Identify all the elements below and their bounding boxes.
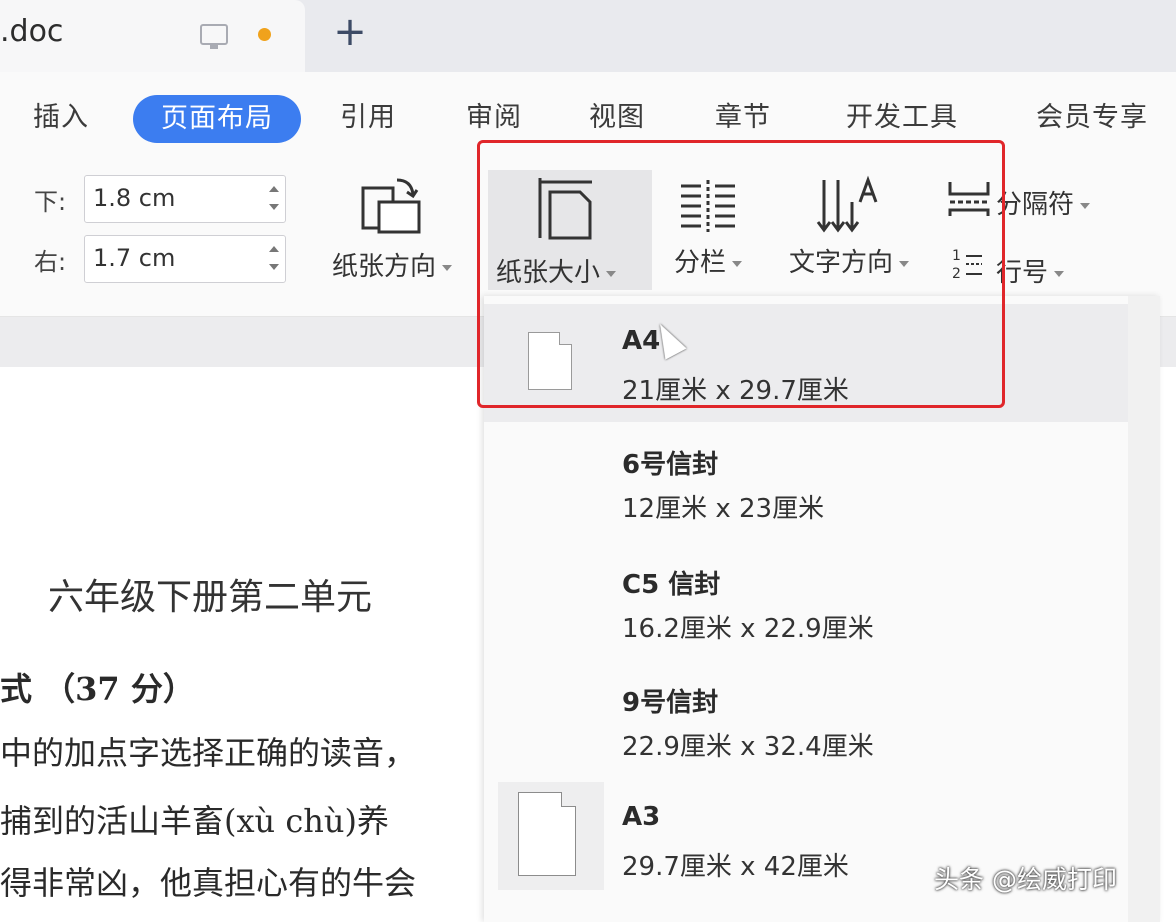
watermark: 头条 @绘威打印 [934,865,1117,894]
columns-icon [681,180,735,232]
bottom-margin-value: 1.8 cm [93,184,176,212]
document-tab[interactable]: .doc [0,0,305,72]
dropdown-scrollbar[interactable] [1128,296,1160,922]
line-number-icon[interactable]: 1 2 [950,246,986,282]
paper-size-label: 纸张大小 [496,258,601,288]
paper-option-name: 9号信封 [622,688,719,718]
svg-text:1: 1 [952,248,961,264]
dropdown-caret-icon [606,270,617,277]
decrement-icon[interactable] [269,264,279,270]
paper-option-envelope-9[interactable]: 9号信封 22.9厘米 x 32.4厘米 [484,660,1128,778]
increment-icon[interactable] [269,246,279,252]
text-direction-icon [816,175,878,233]
bottom-margin-label: 下: [34,188,67,216]
new-tab-button[interactable]: + [325,6,375,58]
paper-icon [528,332,572,390]
paper-size-icon [538,178,592,240]
paper-option-dims: 29.7厘米 x 42厘米 [622,852,849,882]
separator-button[interactable]: 分隔符 [996,184,1091,221]
document-line: 捕到的活山羊畜(xù chù)养 [0,802,389,840]
right-margin-value: 1.7 cm [93,244,176,272]
columns-button[interactable]: 分栏 [658,172,758,279]
right-margin-label: 右: [34,248,67,276]
columns-label: 分栏 [673,248,726,278]
document-tab-title: .doc [0,14,64,49]
document-title: 六年级下册第二单元 [48,577,373,618]
dropdown-caret-icon [1054,270,1065,277]
menu-review[interactable]: 审阅 [466,95,522,134]
menu-developer[interactable]: 开发工具 [846,95,958,134]
menu-chapter[interactable]: 章节 [715,95,771,134]
paper-option-envelope-c5[interactable]: C5 信封 16.2厘米 x 22.9厘米 [484,542,1128,660]
monitor-icon[interactable] [200,24,228,49]
paper-option-envelope-6[interactable]: 6号信封 12厘米 x 23厘米 [484,422,1128,540]
svg-text:2: 2 [952,266,961,282]
paper-size-button[interactable]: 纸张大小 [488,170,652,290]
paper-option-dims: 12厘米 x 23厘米 [622,494,825,524]
menu-page-layout[interactable]: 页面布局 [133,95,301,143]
text-direction-button[interactable]: 文字方向 [774,172,924,279]
orientation-label: 纸张方向 [331,252,436,282]
dropdown-caret-icon [732,260,742,267]
decrement-icon[interactable] [269,204,279,210]
orientation-icon [361,178,421,234]
paper-option-dims: 22.9厘米 x 32.4厘米 [622,732,874,762]
orientation-button[interactable]: 纸张方向 [322,172,462,283]
separator-icon[interactable] [946,178,992,218]
menu-member[interactable]: 会员专享 [1036,95,1148,134]
unsaved-dot-icon [258,28,271,41]
paper-option-name: A3 [622,802,661,832]
tab-bar: .doc + [0,0,1176,72]
document-line: 得非常凶，他真担心有的牛会 [0,864,417,902]
paper-icon [518,792,576,876]
paper-option-dims: 16.2厘米 x 22.9厘米 [622,614,874,644]
menu-insert[interactable]: 插入 [33,95,89,134]
line-number-label: 行号 [996,258,1049,288]
menu-references[interactable]: 引用 [340,95,396,134]
text-direction-label: 文字方向 [788,248,893,278]
paper-option-a4[interactable]: A4 21厘米 x 29.7厘米 [484,304,1128,422]
menu-view[interactable]: 视图 [589,95,645,134]
dropdown-caret-icon [1080,202,1091,209]
paper-option-dims: 21厘米 x 29.7厘米 [622,376,849,406]
document-section-heading: 式 （37 分） [0,670,195,708]
paper-option-name: 6号信封 [622,450,719,480]
document-line: 中的加点字选择正确的读音， [0,734,417,772]
right-margin-input[interactable]: 1.7 cm [84,235,286,283]
a3-paper-thumbnail [498,782,604,890]
separator-label: 分隔符 [996,190,1075,220]
dropdown-caret-icon [899,260,909,267]
line-number-button[interactable]: 行号 [996,252,1065,289]
paper-option-name: C5 信封 [622,570,721,600]
dropdown-caret-icon [442,264,452,271]
increment-icon[interactable] [269,186,279,192]
bottom-margin-input[interactable]: 1.8 cm [84,175,286,223]
